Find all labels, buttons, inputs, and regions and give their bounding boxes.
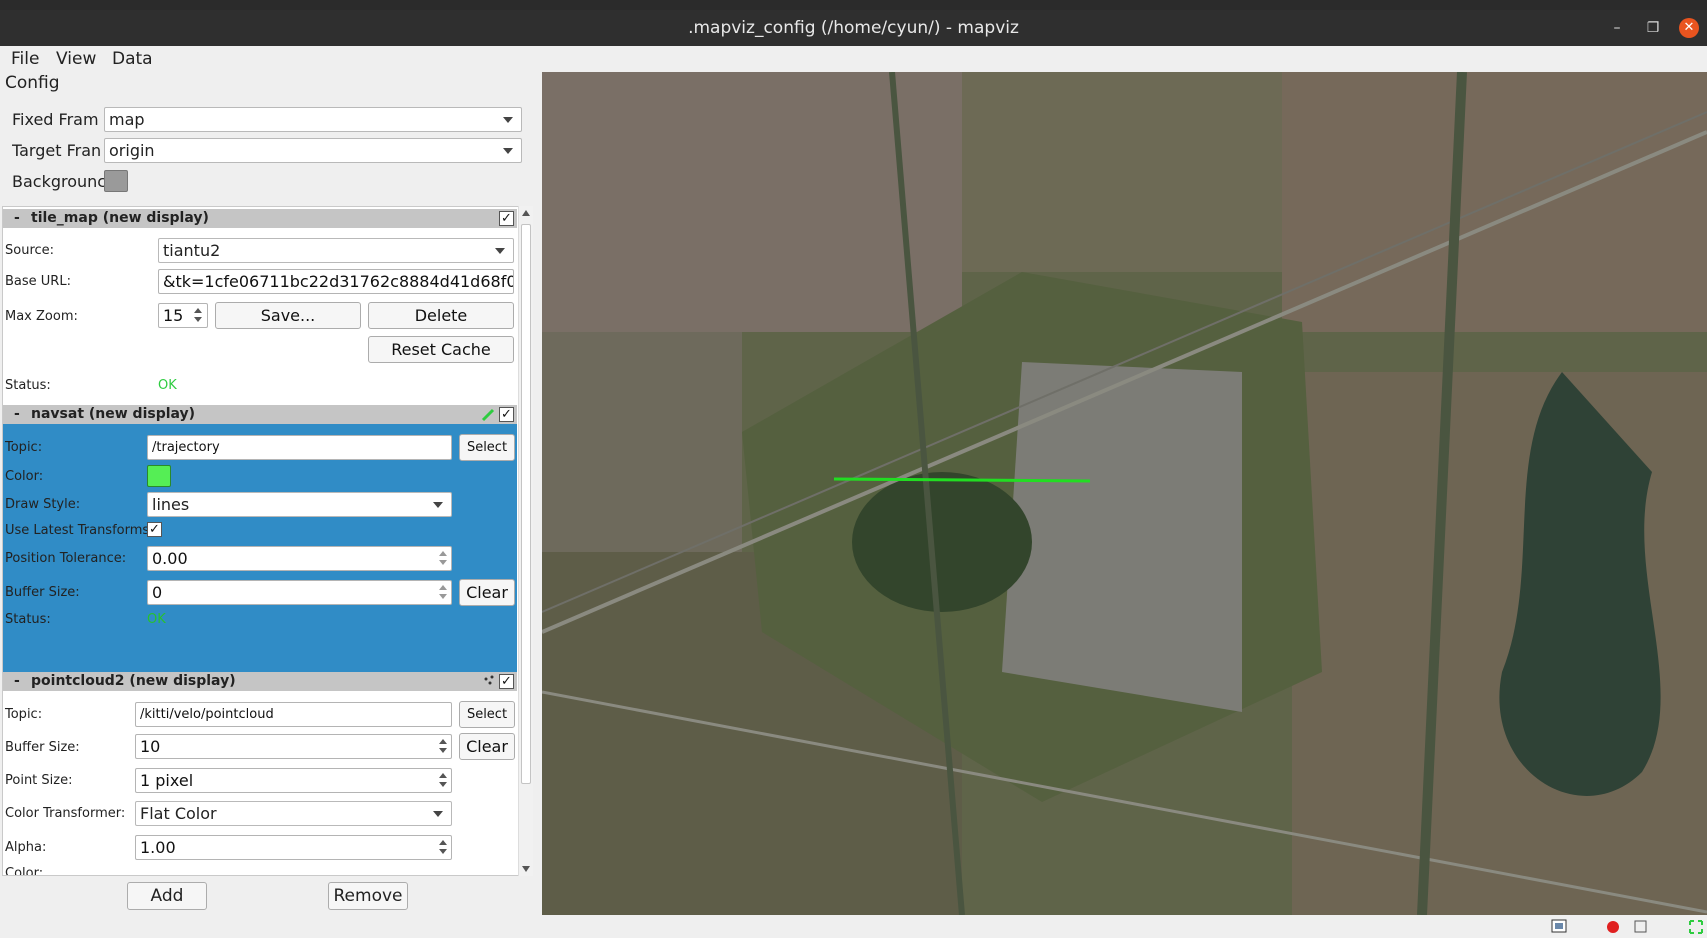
pencil-icon (481, 408, 495, 422)
scroll-thumb[interactable] (521, 224, 531, 784)
clipped-row: Color: (3, 866, 517, 875)
pointcloud2-buffer-size-spin-arrows[interactable] (436, 734, 450, 759)
tile-map-status-label: Status: (5, 378, 51, 393)
base-url-input[interactable]: &tk=1cfe06711bc22d31762c8884d41d68f0 (158, 269, 514, 294)
use-latest-transforms-label: Use Latest Transforms: (5, 523, 154, 538)
background-row: Backgrounc (12, 168, 128, 194)
collapse-icon[interactable]: - (14, 209, 20, 228)
chevron-down-icon (495, 248, 505, 254)
config-label: Config (5, 73, 60, 93)
use-latest-transforms-checkbox[interactable]: ✓ (147, 522, 162, 537)
max-zoom-label: Max Zoom: (5, 309, 78, 324)
position-tolerance-spinbox[interactable]: 0.00 (147, 546, 452, 571)
record-icon[interactable] (1606, 920, 1620, 934)
chevron-down-icon (433, 502, 443, 508)
fixed-frame-combo[interactable]: map (104, 106, 522, 132)
chevron-down-icon (503, 116, 513, 123)
navsat-visible-checkbox[interactable]: ✓ (499, 407, 514, 422)
collapse-icon[interactable]: - (14, 405, 20, 424)
pointcloud2-clear-button[interactable]: Clear (459, 733, 515, 760)
pointcloud2-topic-label: Topic: (5, 707, 43, 722)
map-canvas[interactable] (542, 72, 1707, 915)
tile-map-visible-checkbox[interactable]: ✓ (499, 211, 514, 226)
add-display-button[interactable]: Add (127, 882, 207, 910)
navsat-status-label: Status: (5, 612, 51, 627)
target-frame-combo[interactable]: origin (104, 137, 522, 163)
navsat-buffer-size-label: Buffer Size: (5, 585, 80, 600)
chevron-down-icon (433, 811, 443, 817)
background-label: Backgrounc (12, 171, 104, 191)
chevron-down-icon (503, 147, 513, 154)
target-frame-label: Target Fran (12, 140, 102, 160)
status-bar (0, 915, 1707, 938)
screenshot-icon[interactable] (1551, 919, 1567, 933)
alpha-label: Alpha: (5, 840, 47, 855)
pointcloud2-visible-checkbox[interactable]: ✓ (499, 674, 514, 689)
navsat-topic-input[interactable]: /trajectory (147, 435, 452, 460)
drag-handle-icon (484, 675, 494, 685)
pointcloud2-buffer-size-spinbox[interactable]: 10 (135, 734, 452, 759)
alpha-spinbox[interactable]: 1.00 (135, 835, 452, 860)
system-top-bar (0, 0, 1707, 10)
point-size-spinbox[interactable]: 1 pixel (135, 768, 452, 793)
tile-map-status-value: OK (158, 378, 177, 393)
color-transformer-label: Color Transformer: (5, 806, 126, 821)
draw-style-combo[interactable]: lines (147, 492, 452, 517)
background-color-button[interactable] (104, 170, 128, 192)
trajectory-line (833, 477, 1091, 483)
reset-cache-button[interactable]: Reset Cache (368, 336, 514, 363)
menu-file[interactable]: File (11, 49, 39, 69)
fixed-frame-label: Fixed Fram (12, 109, 99, 129)
stop-icon[interactable] (1634, 920, 1648, 934)
navsat-clear-button[interactable]: Clear (459, 579, 515, 606)
target-frame-row: Target Fran origin (12, 137, 522, 163)
position-tolerance-spin-arrows[interactable] (436, 546, 450, 571)
max-zoom-spin-arrows[interactable] (191, 303, 205, 328)
pointcloud2-topic-input[interactable]: /kitti/velo/pointcloud (135, 702, 452, 727)
draw-style-label: Draw Style: (5, 497, 81, 512)
navsat-select-button[interactable]: Select (459, 434, 515, 461)
delete-button[interactable]: Delete (368, 302, 514, 329)
collapse-icon[interactable]: - (14, 672, 20, 691)
pointcloud2-header[interactable]: - pointcloud2 (new display) (3, 672, 517, 691)
base-url-label: Base URL: (5, 274, 71, 289)
color-transformer-combo[interactable]: Flat Color (135, 801, 452, 826)
point-size-label: Point Size: (5, 773, 73, 788)
pointcloud2-buffer-size-label: Buffer Size: (5, 740, 80, 755)
save-button[interactable]: Save... (215, 302, 361, 329)
navsat-color-button[interactable] (147, 465, 171, 487)
close-icon[interactable]: ✕ (1679, 18, 1699, 38)
display-list-scrollbar[interactable] (518, 206, 533, 876)
navsat-buffer-size-spin-arrows[interactable] (436, 580, 450, 605)
source-label: Source: (5, 243, 55, 258)
partial-color-label: Color: (5, 866, 44, 875)
navsat-buffer-size-spinbox[interactable]: 0 (147, 580, 452, 605)
navsat-color-label: Color: (5, 469, 44, 484)
resize-grip-icon[interactable] (1688, 919, 1704, 935)
navsat-title: navsat (new display) (31, 406, 196, 422)
source-combo[interactable]: tiantu2 (158, 238, 514, 263)
navsat-topic-label: Topic: (5, 440, 43, 455)
navsat-header[interactable]: - navsat (new display) (3, 405, 517, 424)
tile-map-title: tile_map (new display) (31, 210, 209, 226)
minimize-icon[interactable]: – (1607, 18, 1627, 38)
satellite-map (542, 72, 1707, 915)
navsat-status-value: OK (147, 612, 166, 627)
maximize-icon[interactable]: ❐ (1643, 18, 1663, 38)
fixed-frame-row: Fixed Fram map (12, 106, 522, 132)
pointcloud2-title: pointcloud2 (new display) (31, 673, 236, 689)
remove-display-button[interactable]: Remove (328, 882, 408, 910)
position-tolerance-label: Position Tolerance: (5, 551, 127, 566)
menu-view[interactable]: View (56, 49, 96, 69)
menu-bar: File View Data (0, 46, 1707, 72)
window-titlebar: .mapviz_config (/home/cyun/) - mapviz – … (0, 10, 1707, 46)
window-title: .mapviz_config (/home/cyun/) - mapviz (688, 18, 1019, 38)
alpha-spin-arrows[interactable] (436, 835, 450, 860)
tile-map-header[interactable]: - tile_map (new display) (3, 209, 517, 228)
menu-data[interactable]: Data (112, 49, 153, 69)
point-size-spin-arrows[interactable] (436, 768, 450, 793)
scroll-down-icon[interactable] (522, 866, 530, 872)
scroll-up-icon[interactable] (522, 210, 530, 216)
pointcloud2-select-button[interactable]: Select (459, 701, 515, 728)
